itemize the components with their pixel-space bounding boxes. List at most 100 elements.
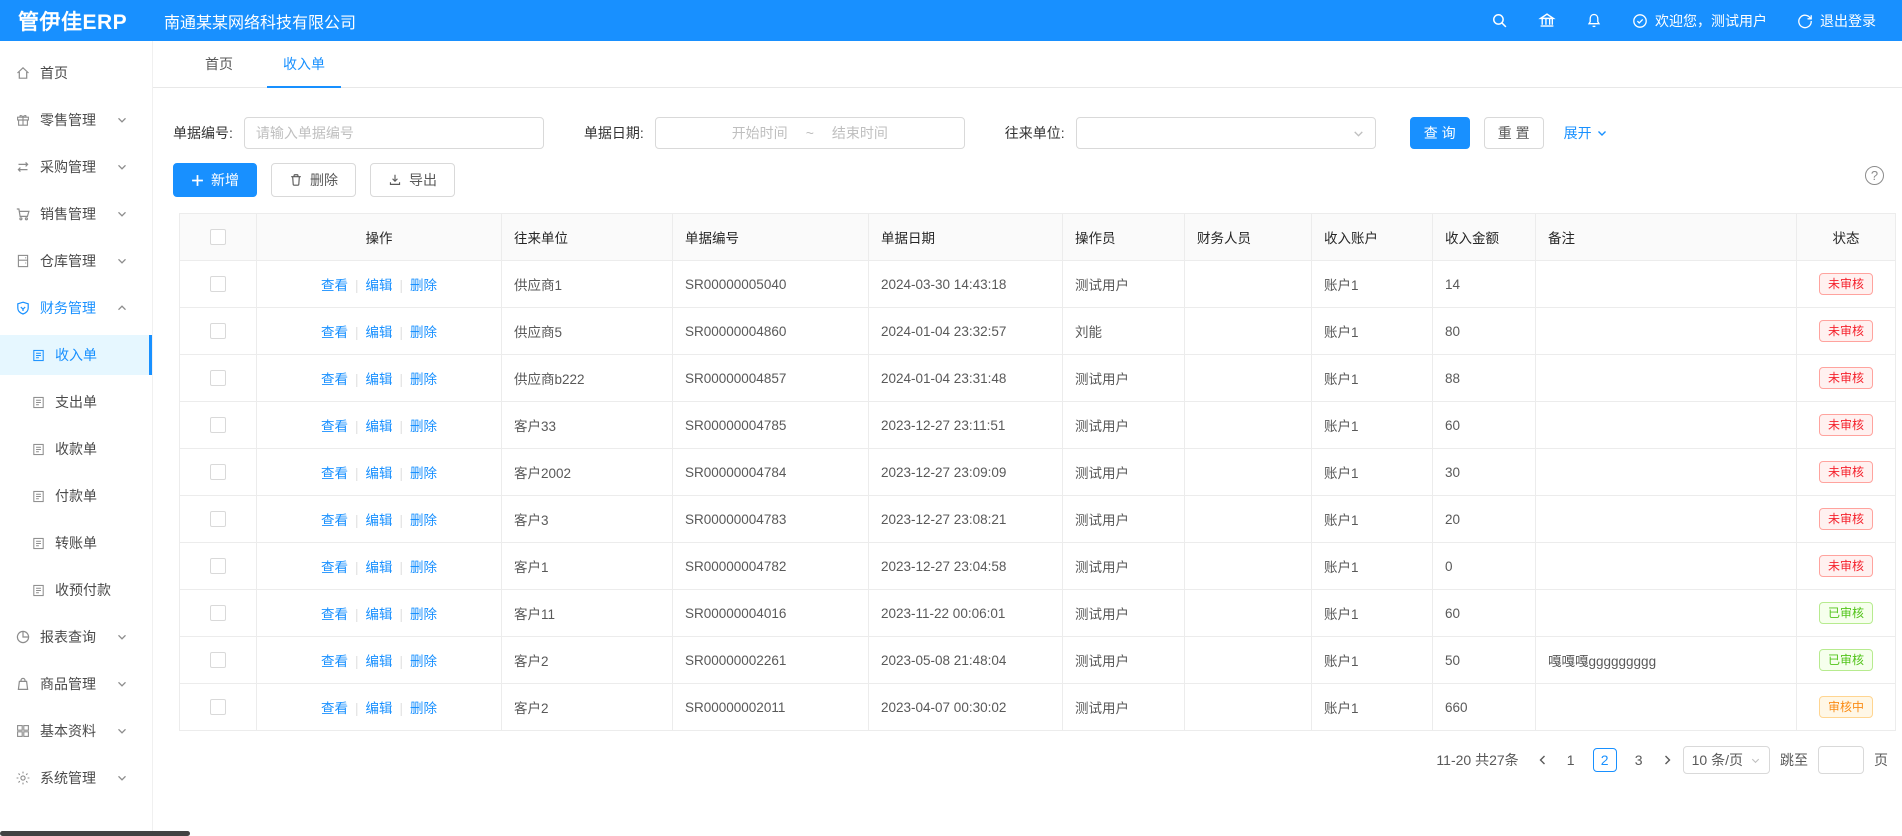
view-link[interactable]: 查看 bbox=[321, 372, 348, 387]
delete-link[interactable]: 删除 bbox=[410, 560, 437, 575]
view-link[interactable]: 查看 bbox=[321, 654, 348, 669]
row-actions-cell: 查看|编辑|删除 bbox=[257, 402, 502, 449]
sidebar-item-warehouse[interactable]: 仓库管理 bbox=[0, 241, 152, 281]
sidebar-item-basic-data[interactable]: 基本资料 bbox=[0, 711, 152, 751]
remark-cell bbox=[1536, 402, 1797, 449]
edit-link[interactable]: 编辑 bbox=[366, 654, 393, 669]
welcome-user[interactable]: 欢迎您，测试用户 bbox=[1632, 11, 1767, 31]
tab-income-bill[interactable]: 收入单 bbox=[275, 41, 333, 87]
row-actions-cell: 查看|编辑|删除 bbox=[257, 355, 502, 402]
row-checkbox[interactable] bbox=[210, 511, 226, 527]
bill-no-cell: SR00000005040 bbox=[673, 261, 869, 308]
prev-page-button[interactable] bbox=[1537, 754, 1549, 766]
page-number-1[interactable]: 1 bbox=[1559, 748, 1583, 772]
next-page-button[interactable] bbox=[1661, 754, 1673, 766]
page-number-3[interactable]: 3 bbox=[1627, 748, 1651, 772]
bank-icon[interactable] bbox=[1538, 12, 1556, 29]
horizontal-scrollbar-thumb[interactable] bbox=[0, 831, 190, 836]
view-link[interactable]: 查看 bbox=[321, 560, 348, 575]
sidebar-item-receipt-bill[interactable]: 收款单 bbox=[0, 429, 152, 469]
edit-link[interactable]: 编辑 bbox=[366, 419, 393, 434]
sidebar-item-system[interactable]: 系统管理 bbox=[0, 758, 152, 798]
reset-button[interactable]: 重 置 bbox=[1484, 117, 1544, 149]
jump-page-input[interactable] bbox=[1818, 746, 1864, 774]
page-size-select[interactable]: 10 条/页 bbox=[1683, 746, 1770, 774]
date-cell: 2024-01-04 23:32:57 bbox=[869, 308, 1063, 355]
remark-cell bbox=[1536, 496, 1797, 543]
bill-no-input[interactable] bbox=[244, 117, 544, 149]
sidebar-item-finance[interactable]: 财务管理 bbox=[0, 288, 152, 328]
sidebar-item-payment-bill[interactable]: 付款单 bbox=[0, 476, 152, 516]
date-cell: 2023-12-27 23:09:09 bbox=[869, 449, 1063, 496]
sidebar-item-retail[interactable]: 零售管理 bbox=[0, 100, 152, 140]
sidebar-item-home[interactable]: 首页 bbox=[0, 53, 152, 93]
sidebar-item-label: 财务管理 bbox=[40, 298, 96, 318]
sidebar-item-expense-bill[interactable]: 支出单 bbox=[0, 382, 152, 422]
partner-select[interactable] bbox=[1076, 117, 1376, 149]
chevron-down-icon bbox=[116, 678, 128, 690]
tab-home[interactable]: 首页 bbox=[197, 41, 241, 87]
search-button[interactable]: 查 询 bbox=[1410, 117, 1470, 149]
row-checkbox[interactable] bbox=[210, 652, 226, 668]
expand-filters-link[interactable]: 展开 bbox=[1564, 123, 1608, 143]
delete-button[interactable]: 删除 bbox=[271, 163, 356, 197]
delete-link[interactable]: 删除 bbox=[410, 325, 437, 340]
row-checkbox[interactable] bbox=[210, 699, 226, 715]
search-icon[interactable] bbox=[1491, 12, 1508, 29]
edit-link[interactable]: 编辑 bbox=[366, 325, 393, 340]
date-range-picker[interactable]: 开始时间 ~ 结束时间 bbox=[655, 117, 965, 149]
edit-link[interactable]: 编辑 bbox=[366, 560, 393, 575]
account-cell: 账户1 bbox=[1312, 590, 1433, 637]
view-link[interactable]: 查看 bbox=[321, 325, 348, 340]
sidebar-item-purchase[interactable]: 采购管理 bbox=[0, 147, 152, 187]
sidebar-item-advance-receipt[interactable]: 收预付款 bbox=[0, 570, 152, 610]
sidebar-item-transfer-bill[interactable]: 转账单 bbox=[0, 523, 152, 563]
column-header: 单据编号 bbox=[673, 214, 869, 261]
edit-link[interactable]: 编辑 bbox=[366, 372, 393, 387]
account-cell: 账户1 bbox=[1312, 637, 1433, 684]
row-checkbox[interactable] bbox=[210, 417, 226, 433]
row-checkbox[interactable] bbox=[210, 464, 226, 480]
add-button[interactable]: 新增 bbox=[173, 163, 257, 197]
row-select-cell bbox=[180, 261, 257, 308]
view-link[interactable]: 查看 bbox=[321, 419, 348, 434]
view-link[interactable]: 查看 bbox=[321, 513, 348, 528]
delete-link[interactable]: 删除 bbox=[410, 607, 437, 622]
delete-link[interactable]: 删除 bbox=[410, 701, 437, 716]
delete-link[interactable]: 删除 bbox=[410, 654, 437, 669]
view-link[interactable]: 查看 bbox=[321, 607, 348, 622]
delete-link[interactable]: 删除 bbox=[410, 513, 437, 528]
view-link[interactable]: 查看 bbox=[321, 278, 348, 293]
page-number-2[interactable]: 2 bbox=[1593, 748, 1617, 772]
edit-link[interactable]: 编辑 bbox=[366, 466, 393, 481]
delete-link[interactable]: 删除 bbox=[410, 419, 437, 434]
chevron-down-icon bbox=[1352, 127, 1365, 140]
sidebar-item-sales[interactable]: 销售管理 bbox=[0, 194, 152, 234]
view-link[interactable]: 查看 bbox=[321, 701, 348, 716]
amount-cell: 88 bbox=[1433, 355, 1536, 402]
export-button[interactable]: 导出 bbox=[370, 163, 455, 197]
edit-link[interactable]: 编辑 bbox=[366, 701, 393, 716]
row-checkbox[interactable] bbox=[210, 558, 226, 574]
sidebar-item-label: 基本资料 bbox=[40, 721, 96, 741]
row-checkbox[interactable] bbox=[210, 605, 226, 621]
edit-link[interactable]: 编辑 bbox=[366, 607, 393, 622]
delete-link[interactable]: 删除 bbox=[410, 466, 437, 481]
view-link[interactable]: 查看 bbox=[321, 466, 348, 481]
row-checkbox[interactable] bbox=[210, 276, 226, 292]
logout-button[interactable]: 退出登录 bbox=[1797, 11, 1876, 31]
delete-link[interactable]: 删除 bbox=[410, 372, 437, 387]
bell-icon[interactable] bbox=[1586, 12, 1602, 29]
sidebar-item-reports[interactable]: 报表查询 bbox=[0, 617, 152, 657]
delete-link[interactable]: 删除 bbox=[410, 278, 437, 293]
select-all-checkbox[interactable] bbox=[210, 229, 226, 245]
sidebar-item-income-bill[interactable]: 收入单 bbox=[0, 335, 152, 375]
edit-link[interactable]: 编辑 bbox=[366, 278, 393, 293]
gear-icon bbox=[15, 770, 31, 786]
sidebar-item-goods[interactable]: 商品管理 bbox=[0, 664, 152, 704]
row-checkbox[interactable] bbox=[210, 323, 226, 339]
row-select-cell bbox=[180, 496, 257, 543]
help-icon[interactable]: ? bbox=[1865, 166, 1884, 185]
row-checkbox[interactable] bbox=[210, 370, 226, 386]
edit-link[interactable]: 编辑 bbox=[366, 513, 393, 528]
